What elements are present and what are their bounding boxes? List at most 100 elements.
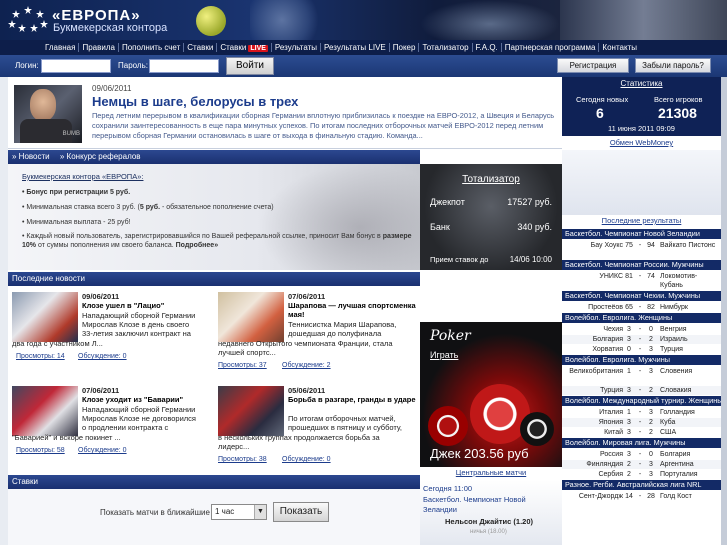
nav-poker[interactable]: Покер [390, 43, 419, 52]
tab-referral-contest[interactable]: » Конкурс рефералов [60, 152, 141, 161]
new-today-label: Сегодня новых [576, 95, 629, 104]
latest-results-link[interactable]: Последние результаты [562, 215, 721, 227]
results-league-header[interactable]: Волейбол. Евролига. Женщины [562, 313, 721, 323]
news-thumbnail[interactable] [218, 292, 284, 342]
nav-partners[interactable]: Партнерская программа [502, 43, 599, 52]
nav-results[interactable]: Результаты [272, 43, 320, 52]
statistics-link[interactable]: Статистика [562, 77, 721, 91]
news-thumbnail[interactable] [12, 386, 78, 436]
totalizator-title[interactable]: Тотализатор [420, 174, 562, 185]
results-league-header[interactable]: Волейбол. Евролига. Мужчины [562, 355, 721, 365]
result-row: Япония 3 2 Куба - [562, 418, 721, 427]
nav-home[interactable]: Главная [42, 43, 78, 52]
away-team: Аргентина [660, 461, 694, 468]
news-list: 09/06/2011 Клозе ушел в "Лацио" Нападающ… [8, 286, 420, 476]
news-text: 33-летия заключил контракт на [82, 329, 191, 338]
stars-logo-icon [8, 6, 48, 32]
score-separator: - [638, 451, 642, 458]
news-views-link[interactable]: Просмотры: 58 [16, 447, 65, 454]
news-comments-link[interactable]: Обсуждение: 0 [78, 447, 127, 454]
poker-title: Poker [430, 328, 471, 344]
central-match-league[interactable]: Баскетбол. Чемпионат Новой [423, 495, 526, 504]
nav-results-live[interactable]: Результаты LIVE [321, 43, 389, 52]
home-score: 3 [627, 326, 631, 333]
featured-text: Перед летним перерывом в квалификации сб… [92, 111, 555, 140]
show-matches-button[interactable]: Показать [273, 502, 329, 522]
news-thumbnail[interactable] [218, 386, 284, 436]
results-league-header[interactable]: Волейбол. Мировая лига. Мужчины [562, 438, 721, 448]
away-score: 3 [649, 368, 653, 375]
score-separator: - [638, 387, 642, 394]
poker-banner[interactable]: Poker Играть Джек 203.56 руб [420, 322, 562, 467]
news-date: 07/06/2011 [82, 386, 120, 395]
news-text: дошедшая до полуфинала [288, 329, 382, 338]
password-label: Пароль: [118, 61, 148, 70]
central-match-time: Сегодня 11:00 [423, 484, 473, 493]
news-views-link[interactable]: Просмотры: 38 [218, 456, 267, 463]
login-label: Логин: [15, 61, 39, 70]
nav-bets-live[interactable]: Ставки LIVE [217, 43, 271, 52]
tennis-ball-decor [196, 6, 226, 36]
nav-totalizator[interactable]: Тотализатор [419, 43, 471, 52]
results-league-header[interactable]: Разное. Регби. Австралийская лига NRL [562, 480, 721, 490]
news-item: 05/06/2011 Борьба в разгаре, гранды в уд… [218, 386, 418, 464]
poker-play-link[interactable]: Играть [430, 350, 458, 360]
news-item: 07/06/2011 Клозе уходит из "Баварии" Нап… [12, 386, 212, 464]
poker-chip-icon [428, 406, 468, 446]
promo-title[interactable]: Букмекерская контора «ЕВРОПА»: [22, 172, 143, 181]
central-match-name[interactable]: Нельсон Джайтис (1.20) [445, 517, 533, 526]
news-title[interactable]: Клозе уходит из "Баварии" [82, 395, 212, 404]
news-comments-link[interactable]: Обсуждение: 0 [282, 456, 331, 463]
nav-contacts[interactable]: Контакты [599, 43, 640, 52]
bank-value: 340 руб. [517, 222, 552, 232]
promo-more-link[interactable]: Подробнее» [176, 242, 218, 249]
nav-rules[interactable]: Правила [79, 43, 117, 52]
home-score: 3 [627, 451, 631, 458]
news-views-link[interactable]: Просмотры: 37 [218, 362, 267, 369]
results-league-header[interactable]: Волейбол. Международный турнир. Женщины [562, 396, 721, 406]
away-team: Словакия [660, 387, 692, 394]
result-row: Чехия 3 0 Венгрия - [562, 325, 721, 334]
home-team: Турция [600, 387, 623, 394]
news-thumbnail[interactable] [12, 292, 78, 342]
away-team: Словения [660, 368, 693, 375]
news-views-link[interactable]: Просмотры: 14 [16, 353, 65, 360]
nav-faq[interactable]: F.A.Q. [473, 43, 501, 52]
forgot-password-button[interactable]: Забыли пароль? [635, 58, 711, 73]
news-title[interactable]: Шарапова — лучшая спортсменка мая! [288, 301, 418, 319]
webmoney-exchange-link[interactable]: Обмен WebMoney [562, 136, 721, 150]
results-league-header[interactable]: Баскетбол. Чемпионат Новой Зеландии [562, 229, 721, 239]
news-comments-link[interactable]: Обсуждение: 2 [282, 362, 331, 369]
tab-news[interactable]: » Новости [12, 152, 50, 161]
news-title[interactable]: Клозе ушел в "Лацио" [82, 301, 212, 310]
main-nav: Главная Правила Пополнить счет Ставки Ст… [0, 40, 727, 55]
total-players-label: Всего игроков [654, 95, 703, 104]
featured-title[interactable]: Немцы в шаге, белорусы в трех [92, 94, 298, 109]
home-score: 3 [627, 419, 631, 426]
home-team: Бау Хоукс [590, 242, 623, 249]
page-edge [721, 77, 727, 545]
register-button[interactable]: Регистрация [557, 58, 629, 73]
login-input[interactable] [41, 59, 111, 73]
password-input[interactable] [149, 59, 219, 73]
results-league-header[interactable]: Баскетбол. Чемпионат России. Мужчины [562, 260, 721, 270]
result-row: Турция 3 2 Словакия - [562, 386, 721, 395]
results-league-header[interactable]: Баскетбол. Чемпионат Чехии. Мужчины [562, 291, 721, 301]
central-matches-link[interactable]: Центральные матчи [420, 467, 562, 480]
login-button[interactable]: Войти [226, 57, 274, 75]
featured-news: BUMB 09/06/2011 Немцы в шаге, белорусы в… [8, 77, 562, 149]
central-match-odds: ничья (18.00) [470, 529, 507, 535]
away-team: США [660, 429, 677, 436]
home-score: 3 [627, 336, 631, 343]
bets-period-select[interactable]: 1 час ▼ [211, 504, 267, 520]
featured-news-image[interactable]: BUMB [14, 85, 82, 143]
central-match-league[interactable]: Зеландии [423, 505, 457, 514]
bets-bar: Ставки [8, 475, 420, 489]
news-title[interactable]: Борьба в разгаре, гранды в ударе [288, 395, 418, 404]
nav-deposit[interactable]: Пополнить счет [119, 43, 183, 52]
score-separator: - [638, 304, 642, 311]
featured-image-caption: BUMB [62, 131, 80, 137]
news-comments-link[interactable]: Обсуждение: 0 [78, 353, 127, 360]
nav-bets[interactable]: Ставки [184, 43, 216, 52]
home-team: Россия [600, 451, 623, 458]
